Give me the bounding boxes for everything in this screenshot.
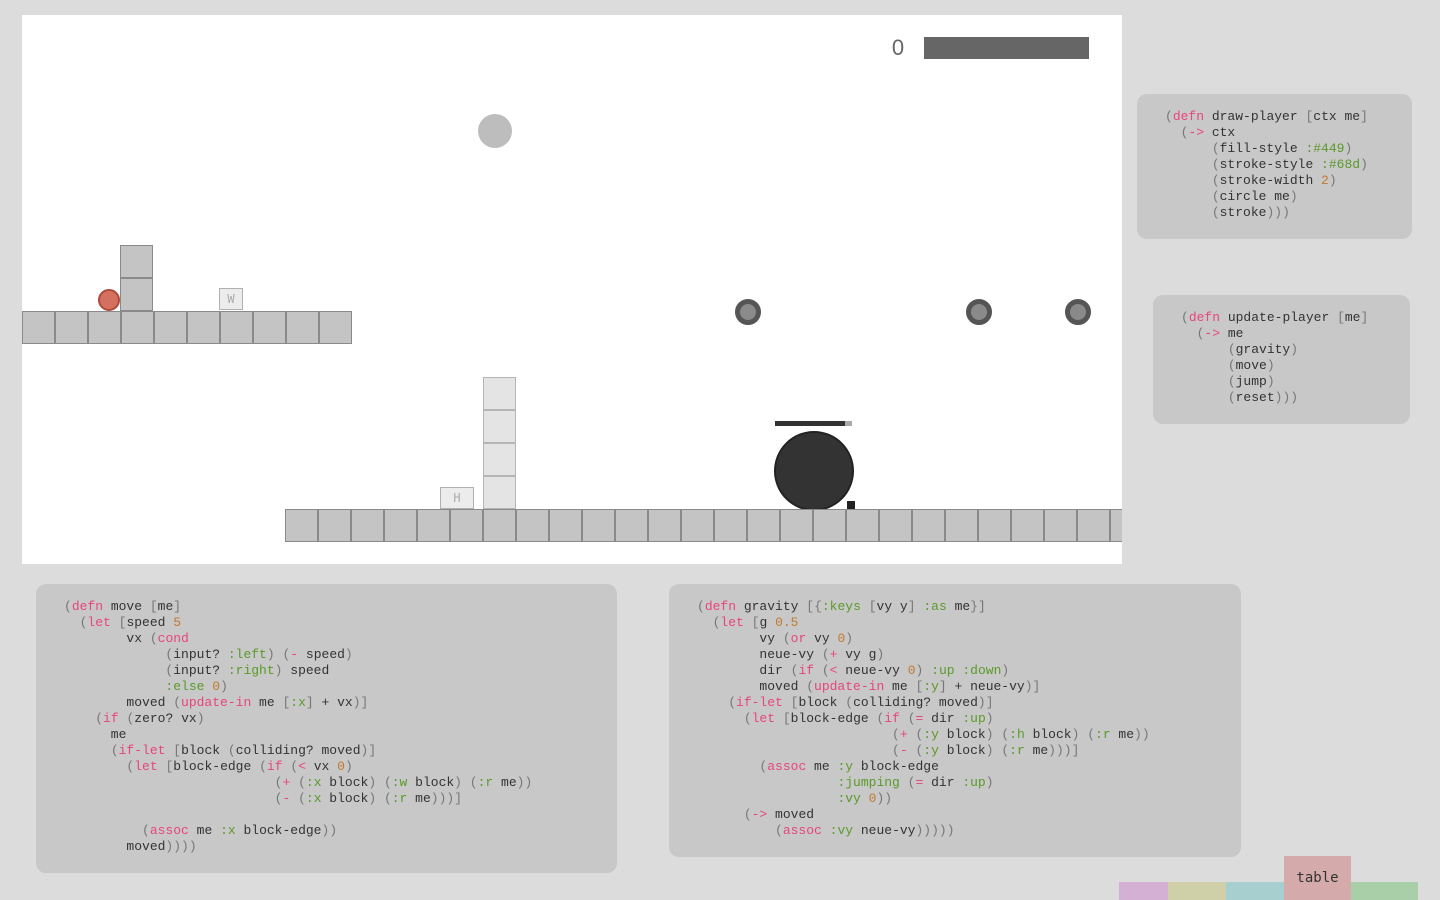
pillar-block [120,245,153,278]
tab-green[interactable] [1351,882,1418,900]
pillar-block [483,410,516,443]
ground-block [1077,509,1110,542]
game-canvas[interactable]: W H 0 [22,15,1122,564]
code-panel-gravity[interactable]: (defn gravity [{:keys [vy y] :as me}] (l… [669,584,1241,857]
ground-block [846,509,879,542]
tab-teal[interactable] [1226,882,1284,900]
code-move[interactable]: (defn move [me] (let [speed 5 vx (cond (… [64,599,617,855]
ground-block [318,509,351,542]
platform-block [22,311,55,344]
boss-health-bar [775,421,845,426]
ground-block [879,509,912,542]
platform-block [121,311,154,344]
platform-block [319,311,352,344]
tab-table[interactable]: table [1284,856,1351,900]
ground-block [450,509,483,542]
ground-block [1011,509,1044,542]
platform-block [253,311,286,344]
ground-block [681,509,714,542]
boss-health-bar-empty [845,421,852,426]
ground-block [747,509,780,542]
ground-block [417,509,450,542]
platform-block [154,311,187,344]
ground-block [714,509,747,542]
ground-block [1110,509,1122,542]
ground-block [978,509,1011,542]
code-panel-move[interactable]: (defn move [me] (let [speed 5 vx (cond (… [36,584,617,873]
player-ball [98,289,120,311]
ground-block [912,509,945,542]
platform-block [88,311,121,344]
ground-block [582,509,615,542]
code-gravity[interactable]: (defn gravity [{:keys [vy y] :as me}] (l… [697,599,1241,839]
tab-purple[interactable] [1119,882,1168,900]
ground-block [483,509,516,542]
tab-yellow[interactable] [1168,882,1226,900]
coin [1065,299,1091,325]
code-panel-draw-player[interactable]: (defn draw-player [ctx me] (-> ctx (fill… [1137,94,1412,239]
boss-foot [847,501,855,509]
ground-block [384,509,417,542]
platform-block [220,311,253,344]
ground-block [615,509,648,542]
coin [966,299,992,325]
ground-block [813,509,846,542]
ground-block [285,509,318,542]
pillar-block [483,443,516,476]
ground-block [516,509,549,542]
health-bar [924,37,1089,59]
ground-block [945,509,978,542]
ground-block [1044,509,1077,542]
score-counter: 0 [891,35,905,60]
ground-block [549,509,582,542]
coin [735,299,761,325]
sun-circle [478,114,512,148]
platform-block [55,311,88,344]
platform-block [286,311,319,344]
boss-ball [774,431,854,511]
ground-block [780,509,813,542]
sign-h: H [440,487,474,509]
code-update-player[interactable]: (defn update-player [me] (-> me (gravity… [1181,310,1410,406]
pillar-block [120,278,153,311]
sign-w: W [219,288,243,310]
ground-block [648,509,681,542]
ground-block [351,509,384,542]
pillar-block [483,377,516,410]
platform-block [187,311,220,344]
code-draw-player[interactable]: (defn draw-player [ctx me] (-> ctx (fill… [1165,109,1412,221]
pillar-block [483,476,516,509]
code-panel-update-player[interactable]: (defn update-player [me] (-> me (gravity… [1153,295,1410,424]
